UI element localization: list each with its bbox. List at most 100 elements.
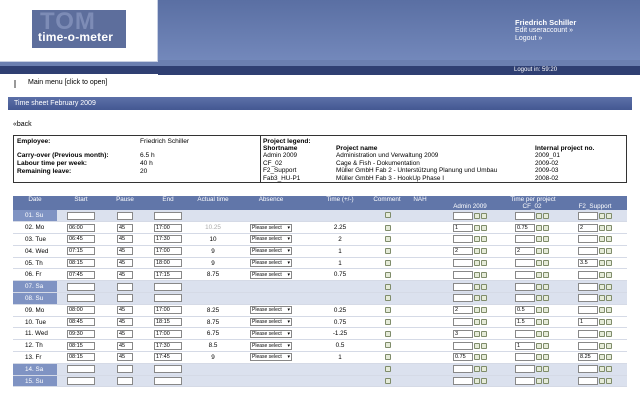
start-time-input[interactable]: 08:00 (67, 306, 95, 315)
project-hours-input[interactable]: 3 (453, 329, 473, 338)
end-time-input[interactable]: 17:45 (154, 353, 182, 362)
comment-icon[interactable] (384, 271, 391, 278)
note-icon[interactable] (606, 354, 613, 361)
pause-input[interactable]: 45 (117, 353, 133, 362)
note-icon[interactable] (543, 319, 549, 326)
edit-icon[interactable] (474, 212, 480, 219)
pause-input[interactable] (117, 294, 133, 303)
start-time-input[interactable] (67, 365, 95, 374)
absence-select[interactable]: Please select (250, 259, 292, 268)
note-icon[interactable] (606, 342, 613, 349)
project-hours-input[interactable] (578, 329, 599, 338)
project-hours-input[interactable] (453, 341, 473, 350)
project-hours-input[interactable]: 8.25 (578, 353, 599, 362)
note-icon[interactable] (481, 271, 487, 278)
edit-icon[interactable] (599, 330, 606, 337)
project-hours-input[interactable] (515, 365, 535, 374)
note-icon[interactable] (481, 283, 487, 290)
logout-timer[interactable]: Logout in: 59:20 (514, 67, 557, 73)
end-time-input[interactable]: 17:30 (154, 235, 182, 244)
start-time-input[interactable]: 08:15 (67, 341, 95, 350)
project-hours-input[interactable]: 0.75 (515, 223, 535, 232)
note-icon[interactable] (606, 224, 613, 231)
note-icon[interactable] (481, 354, 487, 361)
project-hours-input[interactable] (515, 353, 535, 362)
pause-input[interactable]: 45 (117, 235, 133, 244)
time-o-meter-logo[interactable]: TOM time-o-meter (32, 8, 126, 48)
start-time-input[interactable]: 08:45 (67, 318, 95, 327)
edit-icon[interactable] (474, 236, 480, 243)
absence-select[interactable]: Please select (250, 235, 292, 244)
project-hours-input[interactable] (515, 259, 535, 268)
edit-icon[interactable] (536, 342, 542, 349)
note-icon[interactable] (543, 378, 549, 385)
comment-icon[interactable] (384, 212, 391, 219)
project-hours-input[interactable]: 0.5 (515, 306, 535, 315)
edit-icon[interactable] (474, 307, 480, 314)
edit-icon[interactable] (536, 236, 542, 243)
absence-select[interactable]: Please select (250, 341, 292, 350)
note-icon[interactable] (481, 342, 487, 349)
edit-icon[interactable] (474, 342, 480, 349)
edit-account-link[interactable]: Edit useraccount » (515, 27, 576, 35)
project-hours-input[interactable]: 1 (578, 318, 599, 327)
project-hours-input[interactable]: 2 (453, 247, 473, 256)
project-hours-input[interactable] (578, 365, 599, 374)
absence-select[interactable]: Please select (250, 353, 292, 362)
start-time-input[interactable] (67, 282, 95, 291)
edit-icon[interactable] (536, 378, 542, 385)
start-time-input[interactable]: 09:30 (67, 329, 95, 338)
note-icon[interactable] (543, 271, 549, 278)
edit-icon[interactable] (599, 354, 606, 361)
note-icon[interactable] (606, 378, 613, 385)
note-icon[interactable] (606, 295, 613, 302)
pause-input[interactable]: 45 (117, 247, 133, 256)
edit-icon[interactable] (536, 283, 542, 290)
end-time-input[interactable]: 17:00 (154, 329, 182, 338)
edit-icon[interactable] (474, 330, 480, 337)
edit-icon[interactable] (599, 295, 606, 302)
pause-input[interactable]: 45 (117, 259, 133, 268)
note-icon[interactable] (481, 307, 487, 314)
project-hours-input[interactable] (515, 377, 535, 386)
back-link[interactable]: «back (13, 121, 32, 128)
edit-icon[interactable] (536, 330, 542, 337)
edit-icon[interactable] (536, 212, 542, 219)
absence-select[interactable]: Please select (250, 329, 292, 338)
comment-icon[interactable] (384, 295, 391, 302)
note-icon[interactable] (543, 342, 549, 349)
note-icon[interactable] (543, 212, 549, 219)
edit-icon[interactable] (599, 224, 606, 231)
note-icon[interactable] (606, 236, 613, 243)
note-icon[interactable] (481, 378, 487, 385)
start-time-input[interactable]: 08:15 (67, 259, 95, 268)
note-icon[interactable] (543, 295, 549, 302)
project-hours-input[interactable] (515, 235, 535, 244)
edit-icon[interactable] (599, 366, 606, 373)
absence-select[interactable]: Please select (250, 223, 292, 232)
project-hours-input[interactable] (453, 235, 473, 244)
note-icon[interactable] (606, 283, 613, 290)
end-time-input[interactable]: 18:15 (154, 318, 182, 327)
pause-input[interactable]: 45 (117, 270, 133, 279)
project-hours-input[interactable]: 1.5 (515, 318, 535, 327)
edit-icon[interactable] (474, 366, 480, 373)
note-icon[interactable] (543, 354, 549, 361)
absence-select[interactable]: Please select (250, 270, 292, 279)
project-hours-input[interactable]: 1 (515, 341, 535, 350)
end-time-input[interactable] (154, 211, 182, 220)
start-time-input[interactable] (67, 377, 95, 386)
edit-icon[interactable] (536, 295, 542, 302)
project-hours-input[interactable] (515, 282, 535, 291)
comment-icon[interactable] (384, 377, 391, 384)
project-hours-input[interactable] (578, 306, 599, 315)
project-hours-input[interactable] (453, 270, 473, 279)
project-hours-input[interactable] (453, 294, 473, 303)
project-hours-input[interactable] (578, 235, 599, 244)
start-time-input[interactable]: 06:45 (67, 235, 95, 244)
edit-icon[interactable] (599, 378, 606, 385)
note-icon[interactable] (543, 224, 549, 231)
end-time-input[interactable]: 17:30 (154, 341, 182, 350)
project-hours-input[interactable]: 2 (453, 306, 473, 315)
project-hours-input[interactable] (578, 341, 599, 350)
